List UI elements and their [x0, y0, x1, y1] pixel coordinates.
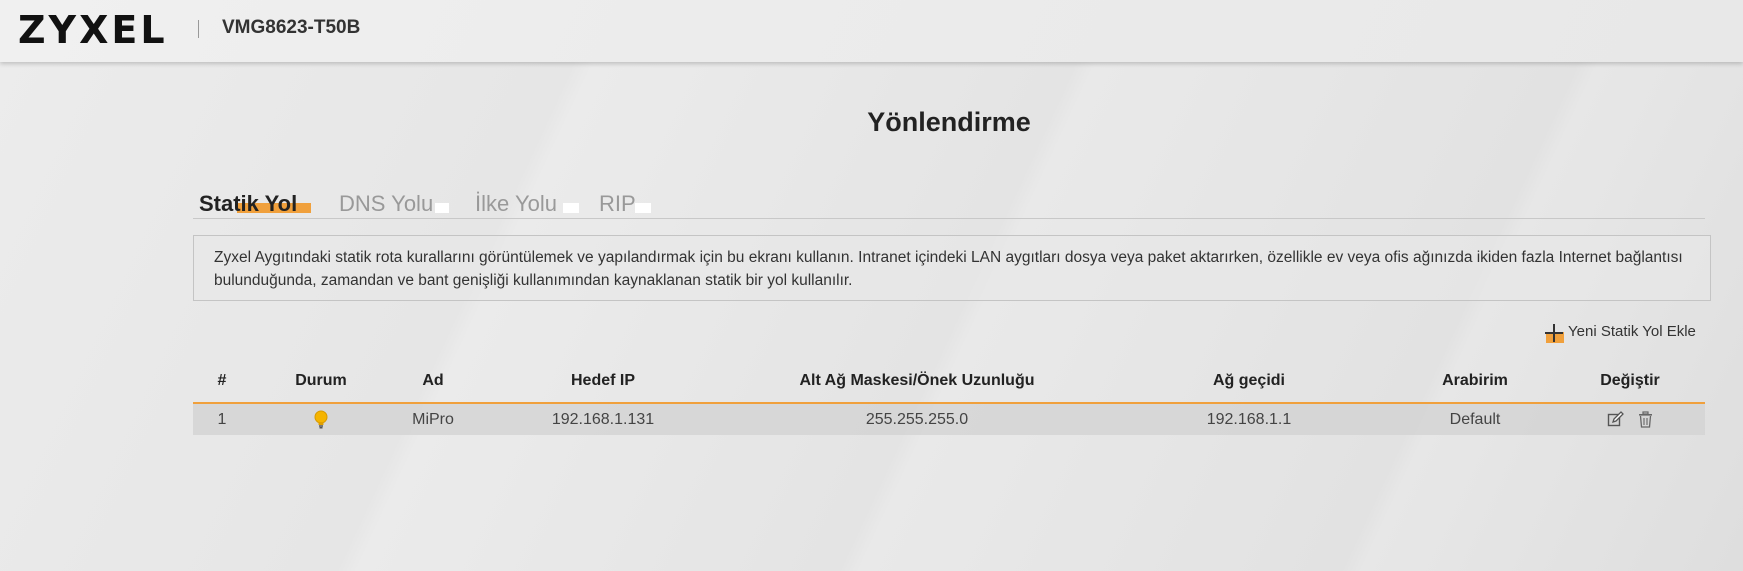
- static-route-table: # Durum Ad Hedef IP Alt Ağ Maskesi/Önek …: [193, 360, 1705, 435]
- cell-interface: Default: [1395, 403, 1555, 435]
- column-header-status: Durum: [251, 360, 391, 404]
- plus-icon: [1544, 324, 1564, 344]
- tab-label: İlke Yolu: [475, 191, 557, 216]
- info-description: Zyxel Aygıtındaki statik rota kuralların…: [193, 235, 1711, 301]
- add-static-route-label: Yeni Statik Yol Ekle: [1568, 323, 1696, 340]
- column-header-modify: Değiştir: [1555, 360, 1705, 404]
- column-header-destination-ip: Hedef IP: [475, 360, 731, 404]
- tab-rip[interactable]: RIP: [599, 191, 651, 217]
- tab-label: Statik Yol: [199, 191, 298, 216]
- column-header-name: Ad: [391, 360, 475, 404]
- tab-dns-route[interactable]: DNS Yolu: [339, 191, 449, 217]
- edit-icon[interactable]: [1607, 410, 1624, 428]
- cell-subnet-mask: 255.255.255.0: [731, 403, 1103, 435]
- column-header-index: #: [193, 360, 251, 404]
- tab-label: RIP: [599, 191, 636, 216]
- cell-actions: [1555, 403, 1705, 435]
- tab-marker: [563, 203, 579, 213]
- bulb-on-icon: [314, 410, 328, 428]
- tab-static-route[interactable]: Statik Yol: [199, 191, 311, 217]
- cell-destination-ip: 192.168.1.131: [475, 403, 731, 435]
- table-row: 1 MiPro 192.168.1.131 255.255.255.0 192.…: [193, 403, 1705, 435]
- table-header-row: # Durum Ad Hedef IP Alt Ağ Maskesi/Önek …: [193, 360, 1705, 404]
- tab-marker: [635, 203, 651, 213]
- tab-policy-route[interactable]: İlke Yolu: [475, 191, 579, 217]
- header-divider: [198, 20, 199, 38]
- tab-bar: Statik Yol DNS Yolu İlke Yolu RIP: [193, 191, 1705, 219]
- page-title: Yönlendirme: [867, 107, 1031, 137]
- device-model: VMG8623-T50B: [222, 17, 361, 38]
- top-header: ZYXEL VMG8623-T50B: [0, 0, 1743, 62]
- zyxel-logo[interactable]: ZYXEL: [18, 8, 168, 52]
- tab-marker: [435, 203, 449, 213]
- cell-gateway: 192.168.1.1: [1103, 403, 1395, 435]
- column-header-subnet-mask: Alt Ağ Maskesi/Önek Uzunluğu: [731, 360, 1103, 404]
- cell-name: MiPro: [391, 403, 475, 435]
- delete-icon[interactable]: [1638, 411, 1653, 428]
- cell-index: 1: [193, 403, 251, 435]
- column-header-interface: Arabirim: [1395, 360, 1555, 404]
- cell-status: [251, 403, 391, 435]
- tab-label: DNS Yolu: [339, 191, 434, 216]
- column-header-gateway: Ağ geçidi: [1103, 360, 1395, 404]
